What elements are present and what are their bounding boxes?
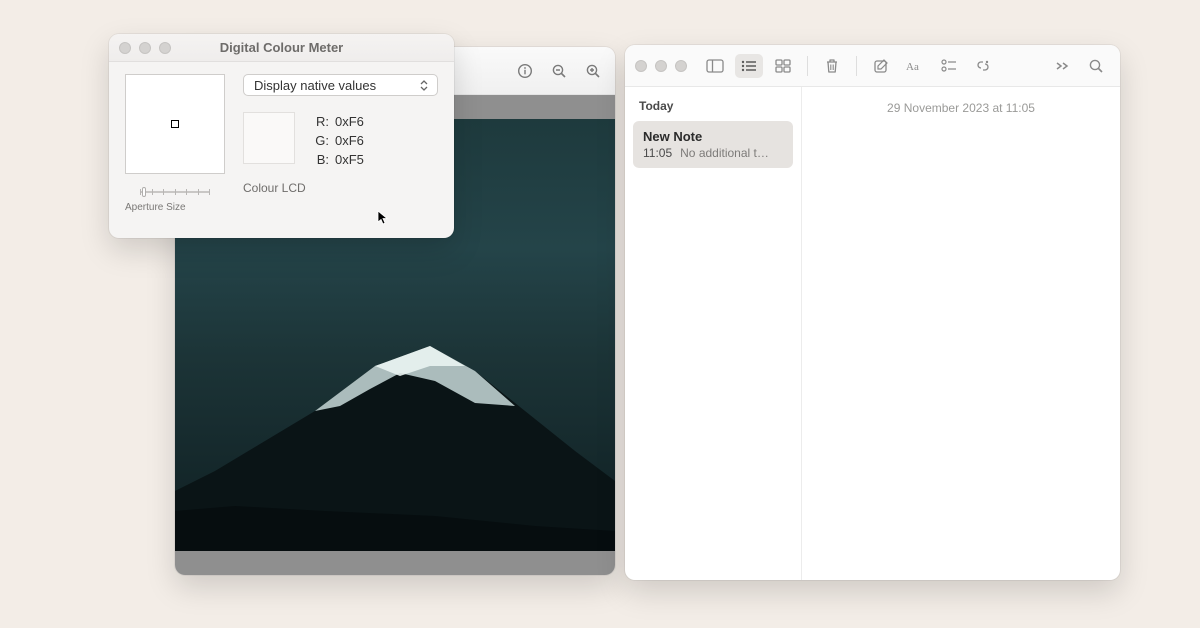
compose-icon[interactable]: [867, 54, 895, 78]
link-icon[interactable]: [969, 54, 997, 78]
g-value: 0xF6: [335, 133, 364, 148]
section-header-today: Today: [633, 97, 793, 121]
colour-meter-titlebar[interactable]: Digital Colour Meter: [109, 34, 454, 62]
display-mode-value: Display native values: [254, 78, 376, 93]
search-icon[interactable]: [1082, 54, 1110, 78]
overflow-icon[interactable]: [1048, 54, 1076, 78]
colour-swatch: [243, 112, 295, 164]
note-item-time: 11:05: [643, 146, 672, 160]
b-label: B:: [313, 152, 329, 167]
close-icon[interactable]: [119, 42, 131, 54]
zoom-icon[interactable]: [159, 42, 171, 54]
b-value: 0xF5: [335, 152, 364, 167]
info-icon[interactable]: [515, 61, 535, 81]
g-label: G:: [313, 133, 329, 148]
traffic-lights[interactable]: [119, 42, 171, 54]
minimize-icon[interactable]: [139, 42, 151, 54]
note-item-preview: No additional t…: [680, 146, 769, 160]
note-item-title: New Note: [643, 129, 783, 144]
notes-toolbar: Aa: [625, 45, 1120, 87]
toolbar-divider: [807, 56, 808, 76]
trash-icon[interactable]: [818, 54, 846, 78]
notes-window: Aa Today New Note 11:05 No additional t…: [625, 45, 1120, 580]
aperture-size-slider[interactable]: [140, 186, 210, 198]
slider-thumb-icon[interactable]: [142, 187, 146, 197]
zoom-in-icon[interactable]: [583, 61, 603, 81]
format-icon[interactable]: Aa: [901, 54, 929, 78]
list-view-icon[interactable]: [735, 54, 763, 78]
zoom-icon[interactable]: [675, 60, 687, 72]
toolbar-divider: [856, 56, 857, 76]
svg-text:Aa: Aa: [906, 61, 919, 73]
loupe-aperture-icon: [171, 120, 179, 128]
note-list-item[interactable]: New Note 11:05 No additional t…: [633, 121, 793, 168]
display-mode-select[interactable]: Display native values: [243, 74, 438, 96]
notes-editor[interactable]: 29 November 2023 at 11:05: [802, 87, 1120, 580]
minimize-icon[interactable]: [655, 60, 667, 72]
aperture-size-label: Aperture Size: [125, 202, 225, 213]
traffic-lights[interactable]: [635, 60, 687, 72]
r-label: R:: [313, 114, 329, 129]
loupe-preview: [125, 74, 225, 174]
checklist-icon[interactable]: [935, 54, 963, 78]
colour-meter-window: Digital Colour Meter Aperture Size Displ…: [109, 34, 454, 238]
colour-profile-label: Colour LCD: [243, 181, 438, 195]
notes-list-sidebar: Today New Note 11:05 No additional t…: [625, 87, 802, 580]
gallery-view-icon[interactable]: [769, 54, 797, 78]
note-date-label: 29 November 2023 at 11:05: [820, 101, 1102, 115]
rgb-readout: R: 0xF6 G: 0xF6 B: 0xF5: [313, 112, 364, 167]
sidebar-toggle-icon[interactable]: [701, 54, 729, 78]
close-icon[interactable]: [635, 60, 647, 72]
chevron-updown-icon: [417, 80, 431, 91]
zoom-out-icon[interactable]: [549, 61, 569, 81]
r-value: 0xF6: [335, 114, 364, 129]
